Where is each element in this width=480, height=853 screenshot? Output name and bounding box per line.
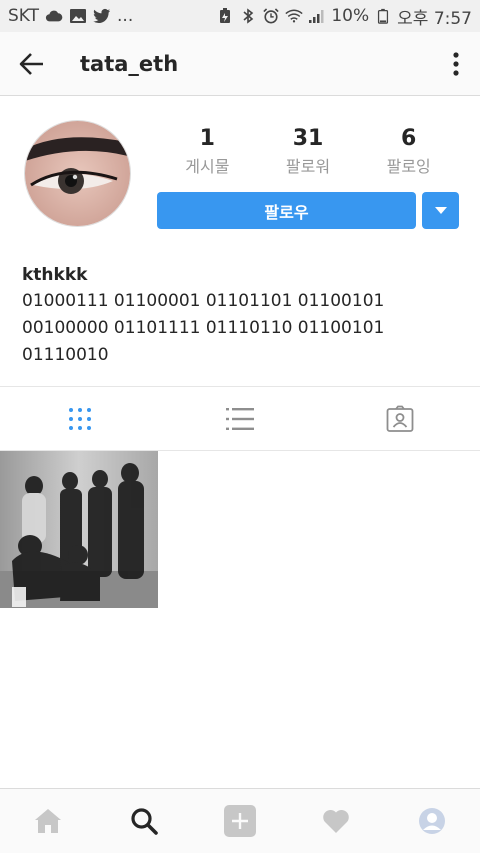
more-notifications: ...	[117, 6, 134, 26]
nav-profile[interactable]	[384, 789, 480, 853]
profile-bio: kthkkk 01000111 01100001 01101101 011001…	[22, 262, 462, 369]
stat-value: 31	[292, 126, 324, 151]
status-bar: SKT ... 10% 오후 7:57	[0, 0, 480, 32]
heart-icon	[323, 809, 349, 833]
follow-button[interactable]: 팔로우	[157, 192, 416, 229]
clock: 오후 7:57	[397, 8, 472, 29]
stat-label: 팔로잉	[386, 157, 431, 176]
grid-icon	[69, 407, 91, 430]
stat-followers[interactable]: 31 팔로워	[258, 124, 359, 180]
cloud-icon	[45, 10, 63, 22]
battery-percent: 10%	[331, 6, 370, 26]
tagged-icon	[386, 405, 414, 432]
twitter-icon	[93, 8, 111, 24]
bio-line: 00100000 01101111 01110110 01100101	[22, 318, 385, 338]
profile-full-name: kthkkk	[22, 265, 88, 285]
nav-add-post[interactable]	[192, 789, 288, 853]
more-options-button[interactable]	[432, 32, 480, 96]
bio-line: 01110010	[22, 345, 109, 365]
bio-line: 01000111 01100001 01101101 01100101	[22, 291, 385, 311]
avatar-eye-image	[25, 121, 130, 226]
stat-value: 6	[401, 126, 417, 151]
alarm-icon	[263, 8, 280, 24]
tab-list-view[interactable]	[160, 387, 320, 450]
list-icon	[226, 407, 254, 430]
stat-following[interactable]: 6 팔로잉	[358, 124, 459, 180]
post-thumbnail[interactable]	[0, 451, 158, 608]
back-button[interactable]	[0, 32, 64, 96]
caret-down-icon	[434, 206, 447, 214]
tab-tagged-photos[interactable]	[320, 387, 480, 450]
home-icon	[35, 809, 61, 833]
gallery-icon	[70, 9, 87, 23]
back-arrow-icon	[19, 52, 43, 75]
stat-label: 팔로워	[285, 157, 331, 176]
post-photo-group	[0, 451, 158, 608]
bluetooth-icon	[243, 8, 254, 24]
battery-icon	[378, 8, 389, 24]
wifi-icon	[285, 9, 303, 23]
profile-view-tabs	[0, 386, 480, 451]
add-icon	[224, 805, 256, 837]
nav-home[interactable]	[0, 789, 96, 853]
profile-stats: 1 게시물 31 팔로워 6 팔로잉	[157, 124, 459, 180]
stat-value: 1	[199, 126, 215, 151]
profile-icon	[419, 808, 445, 834]
search-icon	[131, 808, 158, 835]
more-vertical-icon	[453, 51, 459, 76]
signal-icon	[309, 10, 324, 23]
profile-avatar[interactable]	[24, 120, 131, 227]
suggestions-dropdown-button[interactable]	[422, 192, 459, 229]
battery-saver-icon	[220, 8, 231, 23]
stat-posts[interactable]: 1 게시물	[157, 124, 258, 180]
profile-username: tata_eth	[80, 51, 179, 76]
tab-grid-view[interactable]	[0, 387, 160, 450]
app-bar: tata_eth	[0, 32, 480, 96]
carrier-label: SKT	[8, 6, 40, 26]
nav-search[interactable]	[96, 789, 192, 853]
bottom-navigation	[0, 788, 480, 853]
stat-label: 게시물	[185, 157, 230, 176]
nav-activity[interactable]	[288, 789, 384, 853]
